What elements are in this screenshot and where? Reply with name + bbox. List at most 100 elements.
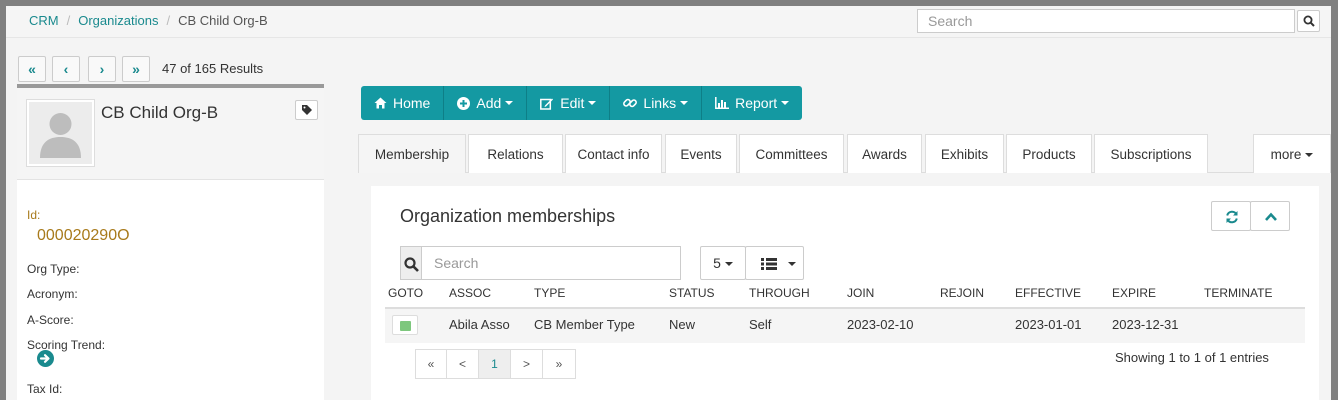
chevron-down-icon xyxy=(680,101,689,105)
tag-button[interactable] xyxy=(295,100,318,120)
add-label: Add xyxy=(476,95,502,111)
plus-circle-icon xyxy=(457,96,471,110)
org-id-label: Id: xyxy=(27,208,41,222)
open-record-icon xyxy=(400,321,411,331)
cell-expire: 2023-12-31 xyxy=(1112,317,1179,332)
page-last-button[interactable]: » xyxy=(542,349,576,379)
last-record-button[interactable]: » xyxy=(122,56,150,82)
chevron-down-icon xyxy=(588,101,597,105)
col-header-type[interactable]: TYPE xyxy=(534,286,565,300)
avatar xyxy=(26,99,95,167)
bar-chart-icon xyxy=(715,97,730,109)
breadcrumb-separator: / xyxy=(66,13,71,28)
column-chooser-button[interactable] xyxy=(745,246,804,280)
breadcrumb: CRM / Organizations / CB Child Org-B xyxy=(29,13,268,28)
col-header-through[interactable]: THROUGH xyxy=(749,286,810,300)
tab-subscriptions[interactable]: Subscriptions xyxy=(1094,134,1208,173)
col-header-goto[interactable]: GOTO xyxy=(388,286,423,300)
tab-committees[interactable]: Committees xyxy=(739,134,844,173)
col-header-expire[interactable]: EXPIRE xyxy=(1112,286,1156,300)
chevron-down-icon xyxy=(1305,153,1314,158)
top-bar: CRM / Organizations / CB Child Org-B Search xyxy=(6,6,1331,38)
cell-status: New xyxy=(669,317,696,332)
search-icon xyxy=(1303,15,1315,27)
top-search-input[interactable]: Search xyxy=(917,9,1295,33)
edit-label: Edit xyxy=(560,95,585,111)
table-search-input[interactable]: Search xyxy=(421,246,681,280)
home-label: Home xyxy=(393,95,431,111)
org-card-header: CB Child Org-B xyxy=(17,88,324,180)
tab-awards[interactable]: Awards xyxy=(847,134,922,173)
chevron-down-icon xyxy=(505,101,514,105)
col-header-assoc[interactable]: ASSOC xyxy=(449,286,491,300)
arrow-right-circle-icon xyxy=(37,350,54,367)
tag-icon xyxy=(301,105,312,115)
cell-assoc: Abila Asso xyxy=(449,317,510,332)
prev-record-button[interactable]: ‹ xyxy=(52,56,80,82)
a-score-label: A-Score: xyxy=(27,313,74,327)
add-button[interactable]: Add xyxy=(444,86,528,120)
org-summary-card: CB Child Org-B Id: 000020290O Org Type: … xyxy=(17,84,324,400)
tab-more-label: more xyxy=(1270,147,1302,162)
page-prev-button[interactable]: < xyxy=(446,349,479,379)
table-search-icon-box xyxy=(400,246,422,280)
chevron-up-icon xyxy=(1265,212,1277,221)
org-type-label: Org Type: xyxy=(27,262,80,276)
panel-title: Organization memberships xyxy=(400,206,616,226)
first-record-button[interactable]: « xyxy=(18,56,46,82)
col-header-effective[interactable]: EFFECTIVE xyxy=(1015,286,1081,300)
top-search-button[interactable] xyxy=(1297,10,1320,32)
cell-type: CB Member Type xyxy=(534,317,635,332)
tab-more[interactable]: more xyxy=(1253,134,1331,173)
refresh-icon xyxy=(1226,210,1238,224)
col-header-terminate[interactable]: TERMINATE xyxy=(1204,286,1272,300)
goto-button[interactable] xyxy=(392,315,418,335)
report-button[interactable]: Report xyxy=(702,86,802,120)
page-1-button[interactable]: 1 xyxy=(478,349,511,379)
tax-id-label: Tax Id: xyxy=(27,382,63,396)
action-toolbar: Home Add Edit Links Report xyxy=(361,86,803,120)
links-button[interactable]: Links xyxy=(610,86,703,120)
memberships-panel: Organization memberships Search 5 GOTO A… xyxy=(371,186,1319,400)
report-label: Report xyxy=(735,95,778,111)
search-icon xyxy=(404,257,419,272)
tab-exhibits[interactable]: Exhibits xyxy=(925,134,1004,173)
page-size-value: 5 xyxy=(713,255,721,271)
acronym-label: Acronym: xyxy=(27,287,78,301)
collapse-button[interactable] xyxy=(1250,201,1290,231)
list-icon xyxy=(761,258,777,270)
cell-join: 2023-02-10 xyxy=(847,317,914,332)
link-icon xyxy=(623,96,638,110)
next-record-button[interactable]: › xyxy=(88,56,116,82)
org-id-value: 000020290O xyxy=(37,227,130,244)
org-name: CB Child Org-B xyxy=(101,103,219,122)
edit-button[interactable]: Edit xyxy=(527,86,611,120)
home-icon xyxy=(374,97,387,109)
page-next-button[interactable]: > xyxy=(510,349,543,379)
cell-through: Self xyxy=(749,317,772,332)
tab-contact-info[interactable]: Contact info xyxy=(565,134,662,173)
refresh-button[interactable] xyxy=(1211,201,1251,231)
cell-effective: 2023-01-01 xyxy=(1015,317,1082,332)
col-header-status[interactable]: STATUS xyxy=(669,286,715,300)
edit-icon xyxy=(540,97,554,110)
chevron-down-icon xyxy=(724,262,733,267)
col-header-rejoin[interactable]: REJOIN xyxy=(940,286,984,300)
page-first-button[interactable]: « xyxy=(415,349,447,379)
tab-products[interactable]: Products xyxy=(1006,134,1092,173)
breadcrumb-separator: / xyxy=(166,13,171,28)
tab-events[interactable]: Events xyxy=(665,134,737,173)
breadcrumb-current: CB Child Org-B xyxy=(178,13,268,28)
breadcrumb-crm[interactable]: CRM xyxy=(29,13,59,28)
entries-info: Showing 1 to 1 of 1 entries xyxy=(1115,350,1269,365)
home-button[interactable]: Home xyxy=(361,86,445,120)
breadcrumb-organizations[interactable]: Organizations xyxy=(78,13,158,28)
links-label: Links xyxy=(643,95,677,111)
tab-membership[interactable]: Membership xyxy=(358,134,466,173)
app-frame: CRM / Organizations / CB Child Org-B Search … xyxy=(6,6,1331,400)
page-size-select[interactable]: 5 xyxy=(700,246,746,280)
tab-relations[interactable]: Relations xyxy=(468,134,563,173)
results-count: 47 of 165 Results xyxy=(162,61,264,76)
user-placeholder-icon xyxy=(29,102,92,164)
col-header-join[interactable]: JOIN xyxy=(847,286,874,300)
